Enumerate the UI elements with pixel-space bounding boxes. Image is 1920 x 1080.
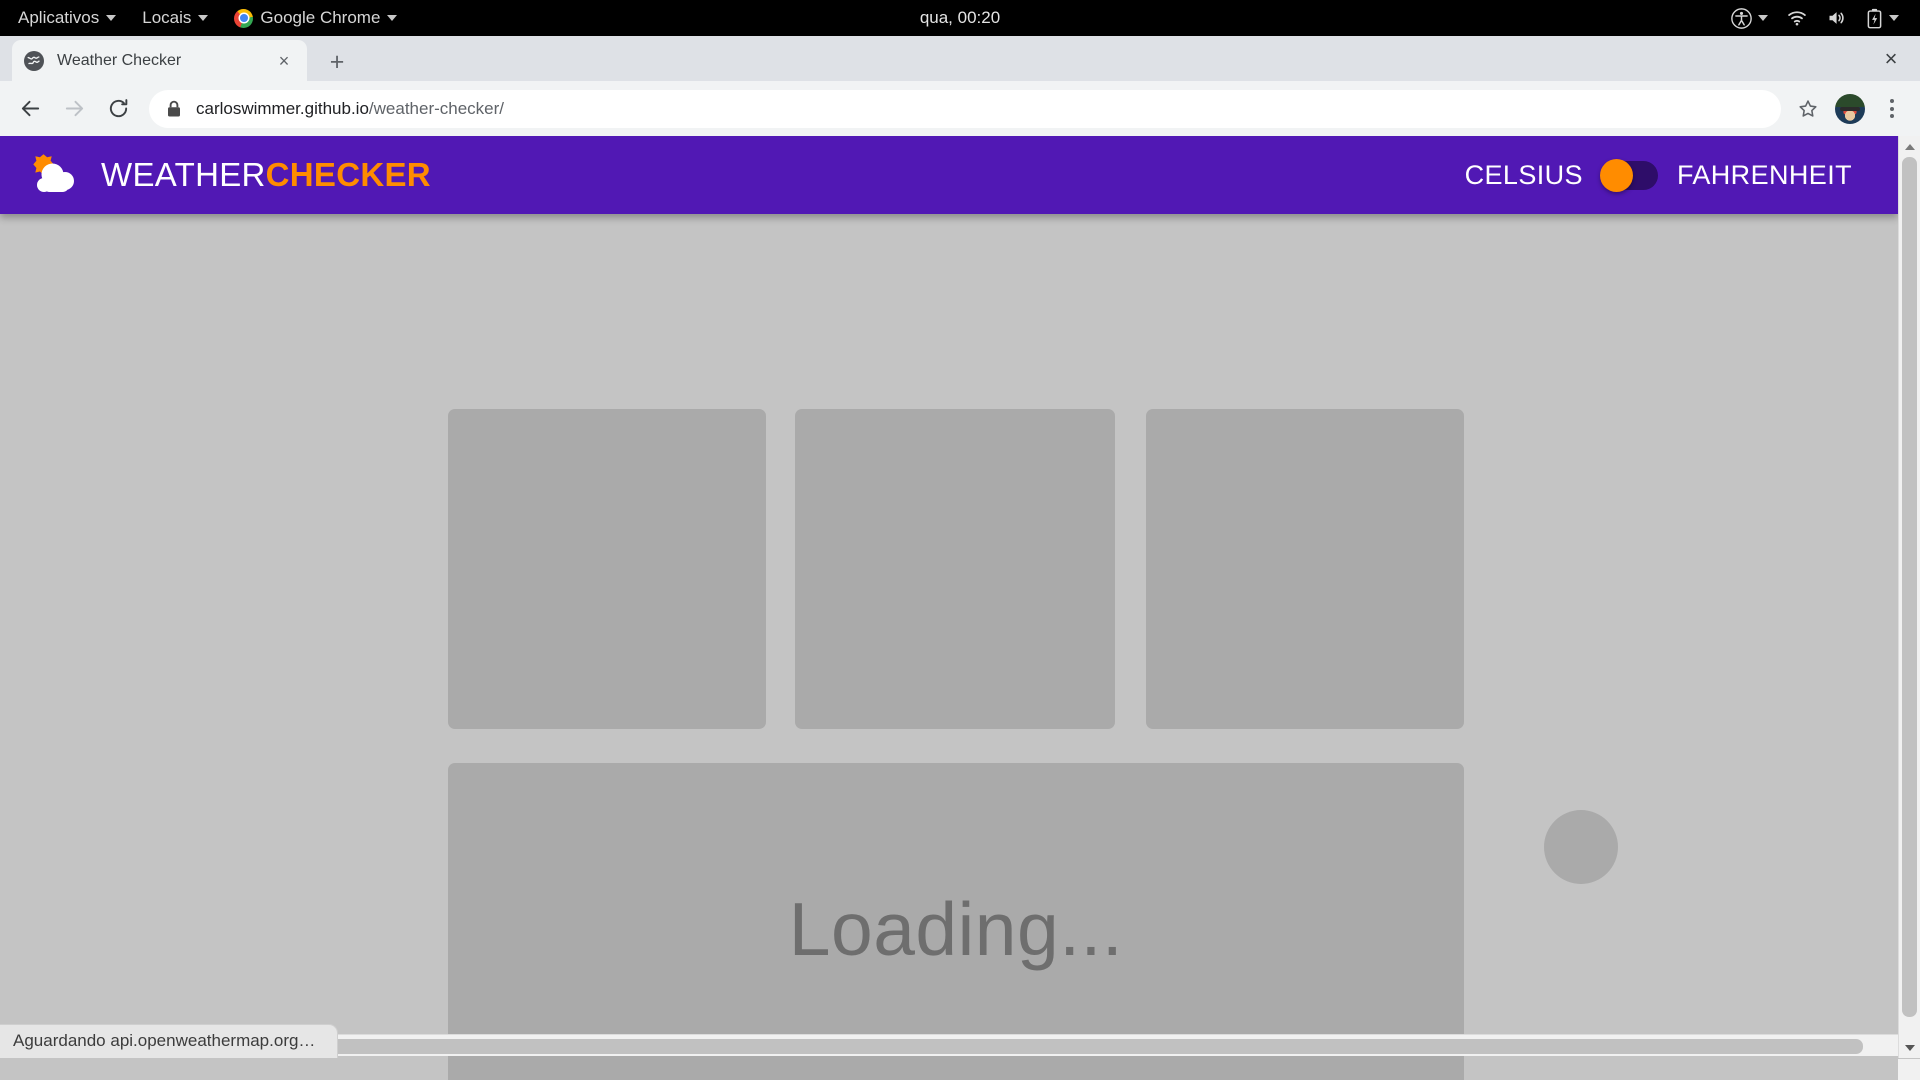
reload-icon (109, 99, 127, 118)
os-top-panel: Aplicativos Locais Google Chrome qua, 00… (0, 0, 1920, 36)
menu-dot (1890, 114, 1894, 118)
unit-toggle-switch[interactable] (1599, 158, 1658, 192)
skeleton-card-1 (448, 409, 766, 729)
os-menu-aplicativos[interactable]: Aplicativos (0, 0, 129, 36)
tab-weather-checker[interactable]: Weather Checker × (12, 40, 307, 81)
tab-strip: Weather Checker × + × (0, 36, 1920, 81)
vertical-scrollbar-thumb[interactable] (1902, 157, 1917, 1017)
page-viewport: WEATHERCHECKER CELSIUS FAHRENHEIT Loadin (0, 136, 1920, 1080)
vertical-scrollbar[interactable] (1898, 136, 1920, 1058)
skeleton-main-panel: Loading... (448, 763, 1464, 1080)
back-arrow-icon (21, 100, 39, 117)
battery-tray-button[interactable] (1859, 0, 1906, 36)
app-header: WEATHERCHECKER CELSIUS FAHRENHEIT (0, 136, 1898, 214)
os-menu-google-chrome[interactable]: Google Chrome (221, 0, 410, 36)
reload-button[interactable] (99, 90, 137, 128)
caret-down-icon (198, 15, 209, 21)
close-icon[interactable]: × (273, 50, 295, 72)
address-bar[interactable]: carloswimmer.github.io/weather-checker/ (149, 89, 1781, 128)
brand-word-checker: CHECKER (265, 156, 431, 193)
lock-icon (166, 100, 182, 118)
volume-tray-button[interactable] (1819, 0, 1855, 36)
chrome-window: Weather Checker × + × carloswimmer.githu… (0, 36, 1920, 1080)
brand[interactable]: WEATHERCHECKER (22, 150, 431, 200)
sun-cloud-icon (22, 150, 84, 200)
skeleton-circle (1544, 810, 1618, 884)
new-tab-button[interactable]: + (322, 47, 352, 77)
menu-dot (1890, 106, 1894, 111)
toggle-knob (1599, 158, 1633, 192)
os-menu-label: Locais (142, 8, 192, 27)
caret-down-icon (1758, 15, 1768, 21)
weather-checker-app: WEATHERCHECKER CELSIUS FAHRENHEIT Loadin (0, 136, 1898, 1080)
tab-title: Weather Checker (57, 51, 182, 69)
caret-down-icon (106, 15, 117, 21)
browser-toolbar: carloswimmer.github.io/weather-checker/ (0, 81, 1920, 136)
caret-down-icon (387, 15, 398, 21)
chrome-logo-icon (234, 8, 254, 28)
menu-dot (1890, 99, 1894, 103)
os-menu-label: Aplicativos (18, 8, 100, 27)
accessibility-icon (1731, 7, 1752, 29)
brand-text: WEATHERCHECKER (101, 156, 431, 194)
skeleton-card-2 (795, 409, 1115, 729)
avatar[interactable] (1835, 93, 1865, 124)
forward-arrow-icon (65, 100, 83, 117)
battery-charging-icon (1867, 8, 1882, 28)
os-menu-label: Google Chrome (260, 8, 381, 27)
wifi-icon (1788, 11, 1806, 26)
forward-button[interactable] (55, 90, 93, 128)
volume-icon (1829, 12, 1844, 24)
url-domain: carloswimmer.github.io (196, 98, 369, 118)
unit-toggle-group: CELSIUS FAHRENHEIT (1465, 158, 1852, 192)
caret-down-icon (1889, 15, 1899, 21)
window-close-button[interactable]: × (1876, 44, 1906, 74)
loading-text: Loading... (788, 887, 1124, 971)
wifi-tray-button[interactable] (1779, 0, 1815, 36)
globe-icon (24, 50, 44, 71)
os-menu-locais[interactable]: Locais (129, 0, 221, 36)
star-icon (1799, 99, 1817, 117)
triangle-down-icon (1904, 1044, 1915, 1051)
scroll-down-button[interactable] (1899, 1037, 1920, 1058)
url-text: carloswimmer.github.io/weather-checker/ (196, 99, 504, 119)
os-system-tray (1724, 0, 1920, 36)
unit-label-fahrenheit[interactable]: FAHRENHEIT (1677, 160, 1852, 191)
skeleton-card-3 (1146, 409, 1464, 729)
url-path: /weather-checker/ (368, 98, 505, 118)
three-dot-menu-icon[interactable] (1875, 90, 1909, 128)
unit-label-celsius[interactable]: CELSIUS (1465, 160, 1583, 191)
triangle-up-icon (1904, 143, 1915, 150)
back-button[interactable] (11, 90, 49, 128)
accessibility-tray-button[interactable] (1724, 0, 1775, 36)
brand-word-weather: WEATHER (101, 156, 266, 193)
status-bubble: Aguardando api.openweathermap.org… (0, 1024, 339, 1058)
bookmark-button[interactable] (1789, 90, 1827, 128)
scroll-up-button[interactable] (1899, 136, 1920, 157)
scrollbar-corner (1898, 1059, 1920, 1080)
